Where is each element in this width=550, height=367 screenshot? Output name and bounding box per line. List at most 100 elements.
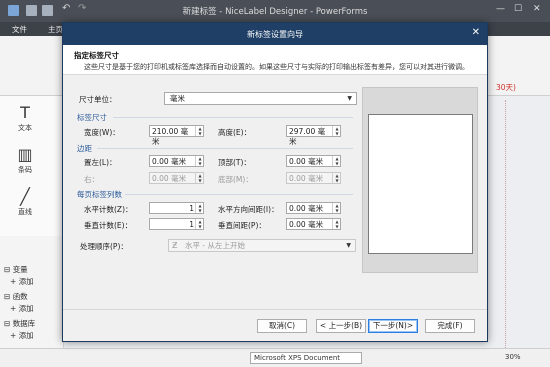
collapse-icon: ⊟ xyxy=(4,292,11,301)
width-label: 宽度(W)： xyxy=(84,128,120,137)
left-margin-value: 0.00 毫米 xyxy=(152,157,187,166)
width-spinner[interactable]: ▲ ▼ xyxy=(195,126,203,136)
spin-down-icon[interactable]: ▼ xyxy=(334,161,340,166)
right-margin-field: 0.00 毫米 ▲ ▼ xyxy=(149,172,204,184)
finish-button[interactable]: 完成(F) xyxy=(425,319,475,333)
order-label: 处理顺序(P)： xyxy=(80,242,128,251)
height-field[interactable]: 297.00 毫米 ▲ ▼ xyxy=(286,125,341,146)
dialog-header: 指定标签尺寸 这些尺寸是基于您的打印机或标签库选择而自动设置的。如果这些尺寸与实… xyxy=(63,45,487,75)
vertical-gap-label: 垂直间距(P)： xyxy=(218,221,266,230)
order-value: 水平 - 从左上开始 xyxy=(185,241,245,250)
right-margin-value: 0.00 毫米 xyxy=(152,174,187,183)
spin-down-icon[interactable]: ▼ xyxy=(197,131,203,136)
guide-line xyxy=(505,100,506,350)
line-icon: ╱ xyxy=(20,187,30,206)
left-margin-field[interactable]: 0.00 毫米 ▲ ▼ xyxy=(149,155,204,167)
order-select: Ƶ 水平 - 从左上开始 ▼ xyxy=(168,239,356,252)
horizontal-gap-spinner[interactable]: ▲ ▼ xyxy=(332,203,340,213)
text-tool-label: 文本 xyxy=(18,124,32,132)
trial-notice: 30天) xyxy=(496,83,516,92)
vertical-gap-field[interactable]: 0.00 毫米 ▲ ▼ xyxy=(286,218,341,230)
step-description: 这些尺寸是基于您的打印机或标签库选择而自动设置的。如果这些尺寸与实际的打印输出标… xyxy=(84,63,469,71)
back-button[interactable]: < 上一步(B) xyxy=(316,319,366,333)
dialog-footer: 取消(C) < 上一步(B) 下一步(N)> 完成(F) xyxy=(63,309,487,341)
section-divider xyxy=(113,117,353,118)
height-spinner[interactable]: ▲ ▼ xyxy=(332,126,340,136)
spin-down-icon[interactable]: ▼ xyxy=(334,208,340,213)
right-margin-spinner: ▲ ▼ xyxy=(195,173,203,183)
width-value: 210.00 毫米 xyxy=(152,127,189,146)
add-function-label: 添加 xyxy=(18,304,34,313)
top-margin-label: 顶部(T)： xyxy=(218,158,251,167)
chevron-down-icon: ▼ xyxy=(347,95,352,102)
collapse-icon: ⊟ xyxy=(4,319,11,328)
text-tool[interactable]: T 文本 xyxy=(10,104,40,133)
toolbox-panel: T 文本 ▥ 条码 ╱ 直线 xyxy=(0,96,64,236)
next-button[interactable]: 下一步(N)> xyxy=(368,319,418,333)
horizontal-gap-value: 0.00 毫米 xyxy=(289,204,324,213)
minimize-button[interactable]: — xyxy=(496,4,505,14)
chevron-down-icon: ▼ xyxy=(346,242,351,249)
barcode-tool[interactable]: ▥ 条码 xyxy=(10,146,40,175)
section-divider xyxy=(125,194,353,195)
left-margin-label: 置左(L)： xyxy=(84,158,117,167)
line-tool[interactable]: ╱ 直线 xyxy=(10,188,40,217)
add-variable-link[interactable]: + 添加 xyxy=(10,276,34,287)
functions-label: 函数 xyxy=(12,292,28,301)
app-title: 新建标签 - NiceLabel Designer - PowerForms xyxy=(182,7,368,17)
cancel-button[interactable]: 取消(C) xyxy=(257,319,307,333)
status-bar: Microsoft XPS Document 30% xyxy=(0,348,550,367)
functions-node[interactable]: ⊟ 函数 xyxy=(4,291,28,302)
step-title: 指定标签尺寸 xyxy=(74,51,119,60)
horizontal-count-spinner[interactable]: ▲ ▼ xyxy=(195,203,203,213)
vertical-count-label: 垂直计数(E)： xyxy=(84,221,133,230)
spin-down-icon[interactable]: ▼ xyxy=(334,224,340,229)
tab-home[interactable]: 主页 xyxy=(48,24,63,35)
spin-down-icon[interactable]: ▼ xyxy=(197,208,203,213)
vertical-gap-value: 0.00 毫米 xyxy=(289,220,324,229)
printer-select[interactable]: Microsoft XPS Document xyxy=(250,352,362,364)
label-preview-pane xyxy=(362,87,478,273)
tab-file[interactable]: 文件 xyxy=(12,24,27,35)
line-tool-label: 直线 xyxy=(18,208,32,216)
horizontal-count-label: 水平计数(Z)： xyxy=(84,205,133,214)
bottom-margin-label: 底部(M)： xyxy=(218,175,253,184)
horizontal-count-value: 1 xyxy=(189,204,194,213)
databases-node[interactable]: ⊟ 数据库 xyxy=(4,318,35,329)
top-margin-field[interactable]: 0.00 毫米 ▲ ▼ xyxy=(286,155,341,167)
databases-label: 数据库 xyxy=(12,319,36,328)
label-preview xyxy=(368,114,473,254)
add-database-link[interactable]: + 添加 xyxy=(10,330,34,341)
add-icon: + xyxy=(10,277,17,286)
section-labels-per-page: 每页标签列数 xyxy=(77,190,122,199)
new-label-wizard-dialog: 新标签设置向导 ✕ 指定标签尺寸 这些尺寸是基于您的打印机或标签库选择而自动设置… xyxy=(62,22,488,342)
maximize-button[interactable]: ☐ xyxy=(514,4,522,14)
variables-node[interactable]: ⊟ 变量 xyxy=(4,264,28,275)
spin-down-icon[interactable]: ▼ xyxy=(334,131,340,136)
close-window-button[interactable]: ✕ xyxy=(533,4,541,14)
add-icon: + xyxy=(10,331,17,340)
spin-down-icon[interactable]: ▼ xyxy=(197,224,203,229)
spin-down-icon: ▼ xyxy=(335,178,339,183)
unit-select[interactable]: 毫米 ▼ xyxy=(164,92,357,105)
barcode-icon: ▥ xyxy=(17,145,33,164)
vertical-gap-spinner[interactable]: ▲ ▼ xyxy=(332,219,340,229)
dialog-close-button[interactable]: ✕ xyxy=(472,27,480,38)
vertical-count-field[interactable]: 1 ▲ ▼ xyxy=(149,218,204,230)
barcode-tool-label: 条码 xyxy=(18,166,32,174)
top-margin-spinner[interactable]: ▲ ▼ xyxy=(332,156,340,166)
dialog-titlebar: 新标签设置向导 ✕ xyxy=(63,23,487,45)
unit-value: 毫米 xyxy=(170,94,185,103)
horizontal-gap-field[interactable]: 0.00 毫米 ▲ ▼ xyxy=(286,202,341,214)
section-label-size: 标签尺寸 xyxy=(77,113,107,122)
z-order-icon: Ƶ xyxy=(172,241,178,250)
top-margin-value: 0.00 毫米 xyxy=(289,157,324,166)
left-margin-spinner[interactable]: ▲ ▼ xyxy=(195,156,203,166)
spin-down-icon[interactable]: ▼ xyxy=(197,161,203,166)
vertical-count-spinner[interactable]: ▲ ▼ xyxy=(195,219,203,229)
height-value: 297.00 毫米 xyxy=(289,127,326,146)
width-field[interactable]: 210.00 毫米 ▲ ▼ xyxy=(149,125,204,146)
add-function-link[interactable]: + 添加 xyxy=(10,303,34,314)
section-divider xyxy=(97,148,353,149)
horizontal-count-field[interactable]: 1 ▲ ▼ xyxy=(149,202,204,214)
